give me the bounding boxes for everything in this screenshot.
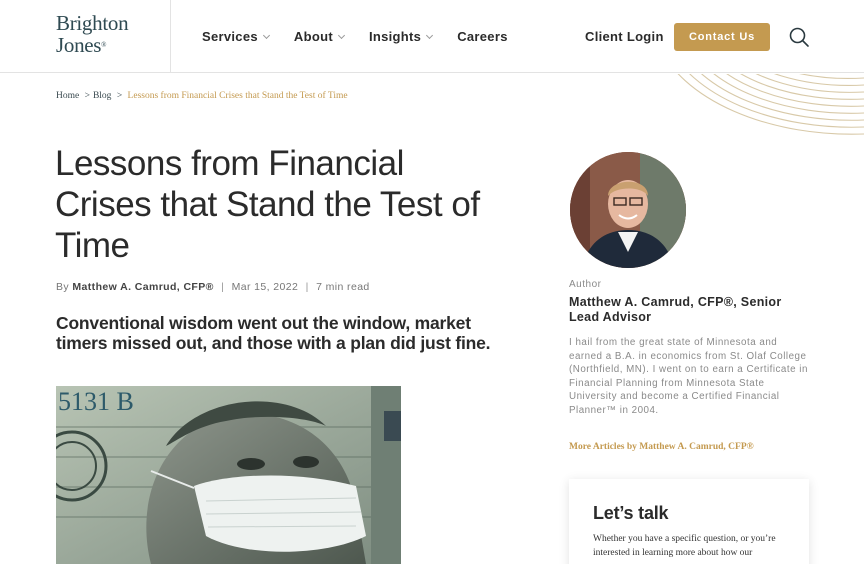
byline-author[interactable]: Matthew A. Camrud, CFP® bbox=[72, 281, 213, 293]
nav-item-services[interactable]: Services bbox=[202, 29, 270, 44]
nav-insights-label: Insights bbox=[368, 29, 422, 44]
nav-about-label: About bbox=[293, 29, 333, 44]
breadcrumb-separator: > bbox=[84, 91, 90, 101]
main-nav: Services About Insights Careers bbox=[202, 29, 533, 44]
chevron-down-icon bbox=[426, 31, 434, 39]
breadcrumb-blog[interactable]: Blog bbox=[93, 91, 111, 101]
lets-talk-text: Whether you have a specific question, or… bbox=[593, 534, 776, 558]
lets-talk-title: Let’s talk bbox=[593, 503, 669, 523]
author-name-title: Matthew A. Camrud, CFP®, Senior Lead Adv… bbox=[569, 295, 782, 324]
author-avatar bbox=[570, 152, 686, 268]
client-login-link[interactable]: Client Login bbox=[585, 29, 664, 44]
site-header: Brighton Jones® Services About Insights … bbox=[0, 0, 864, 73]
byline-date: Mar 15, 2022 bbox=[231, 281, 299, 293]
article-subtitle: Conventional wisdom went out the window,… bbox=[56, 313, 491, 353]
more-articles-link[interactable]: More Articles by Matthew A. Camrud, CFP® bbox=[569, 442, 754, 452]
banknote-illustration: 5131 B bbox=[56, 386, 401, 564]
chevron-down-icon bbox=[262, 31, 270, 39]
byline-by: By bbox=[56, 281, 70, 293]
nav-careers-label: Careers bbox=[457, 29, 508, 44]
breadcrumb-current: Lessons from Financial Crises that Stand… bbox=[127, 91, 348, 101]
byline-divider: | bbox=[221, 281, 225, 293]
author-label: Author bbox=[569, 279, 602, 290]
article-byline: By Matthew A. Camrud, CFP® | Mar 15, 202… bbox=[56, 281, 370, 293]
nav-services-label: Services bbox=[202, 29, 258, 44]
nav-item-insights[interactable]: Insights bbox=[368, 29, 434, 44]
byline-divider: | bbox=[305, 281, 309, 293]
breadcrumb-home[interactable]: Home bbox=[56, 91, 79, 101]
breadcrumb: Home > Blog > Lessons from Financial Cris… bbox=[56, 91, 348, 101]
hero-serial-text: 5131 B bbox=[58, 387, 134, 416]
logo-line-1: Brighton bbox=[56, 11, 129, 35]
decorative-arcs bbox=[677, 74, 864, 135]
nav-item-about[interactable]: About bbox=[293, 29, 345, 44]
byline-read-time: 7 min read bbox=[316, 281, 370, 293]
brand-logo[interactable]: Brighton Jones® bbox=[56, 11, 129, 57]
chevron-down-icon bbox=[337, 31, 345, 39]
nav-item-careers[interactable]: Careers bbox=[457, 29, 508, 44]
logo-line-2: Jones® bbox=[56, 33, 107, 57]
breadcrumb-separator: > bbox=[116, 91, 123, 101]
hero-image: 5131 B bbox=[56, 386, 401, 564]
author-bio: I hail from the great state of Minnesota… bbox=[569, 337, 808, 416]
logo-container: Brighton Jones® bbox=[0, 0, 171, 73]
article-title: Lessons from Financial Crises that Stand… bbox=[55, 144, 480, 265]
contact-us-button[interactable]: Contact Us bbox=[674, 23, 770, 51]
lets-talk-card: Let’s talk Whether you have a specific q… bbox=[569, 479, 809, 564]
search-icon[interactable] bbox=[788, 26, 810, 48]
